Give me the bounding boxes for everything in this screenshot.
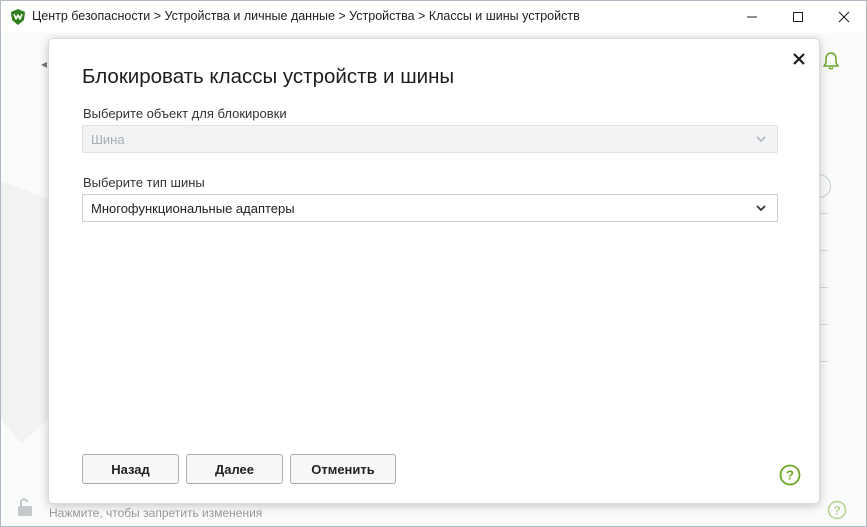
dialog-close-icon[interactable] bbox=[792, 52, 806, 66]
window-close-button[interactable] bbox=[821, 1, 866, 32]
background-divider bbox=[819, 324, 828, 325]
background-divider bbox=[819, 287, 828, 288]
object-label: Выберите объект для блокировки bbox=[83, 106, 287, 121]
maximize-button[interactable] bbox=[775, 1, 821, 32]
next-button[interactable]: Далее bbox=[186, 454, 283, 484]
app-logo-icon bbox=[11, 9, 25, 25]
window-title: Центр безопасности > Устройства и личные… bbox=[32, 9, 580, 23]
minimize-button[interactable] bbox=[729, 1, 775, 32]
background-divider bbox=[819, 361, 828, 362]
svg-text:?: ? bbox=[833, 504, 840, 518]
object-select: Шина bbox=[82, 125, 778, 153]
lock-icon[interactable] bbox=[15, 496, 37, 518]
background-divider bbox=[819, 250, 828, 251]
dialog-title: Блокировать классы устройств и шины bbox=[82, 65, 455, 88]
chevron-down-icon bbox=[756, 205, 766, 212]
background-divider bbox=[819, 213, 828, 214]
title-bar: Центр безопасности > Устройства и личные… bbox=[1, 1, 866, 33]
block-device-dialog: Блокировать классы устройств и шины Выбе… bbox=[48, 38, 820, 504]
app-window: Центр безопасности > Устройства и личные… bbox=[0, 0, 867, 527]
dialog-help-icon[interactable]: ? bbox=[779, 464, 801, 486]
chevron-down-icon bbox=[756, 136, 766, 143]
back-button[interactable]: Назад bbox=[82, 454, 179, 484]
bus-type-select[interactable]: Многофункциональные адаптеры bbox=[82, 194, 778, 222]
maximize-icon bbox=[793, 11, 803, 22]
svg-text:?: ? bbox=[786, 468, 794, 483]
help-icon[interactable]: ? bbox=[827, 500, 847, 520]
close-icon bbox=[838, 11, 850, 22]
minimize-icon bbox=[747, 16, 757, 17]
cancel-button[interactable]: Отменить bbox=[290, 454, 396, 484]
object-select-value: Шина bbox=[91, 132, 125, 147]
bus-type-label: Выберите тип шины bbox=[83, 175, 205, 190]
back-arrow-icon[interactable]: ◂ bbox=[41, 57, 47, 71]
bus-type-select-value: Многофункциональные адаптеры bbox=[91, 201, 295, 216]
notification-bell-icon[interactable] bbox=[821, 51, 841, 71]
lock-hint-text[interactable]: Нажмите, чтобы запретить изменения bbox=[49, 506, 262, 520]
